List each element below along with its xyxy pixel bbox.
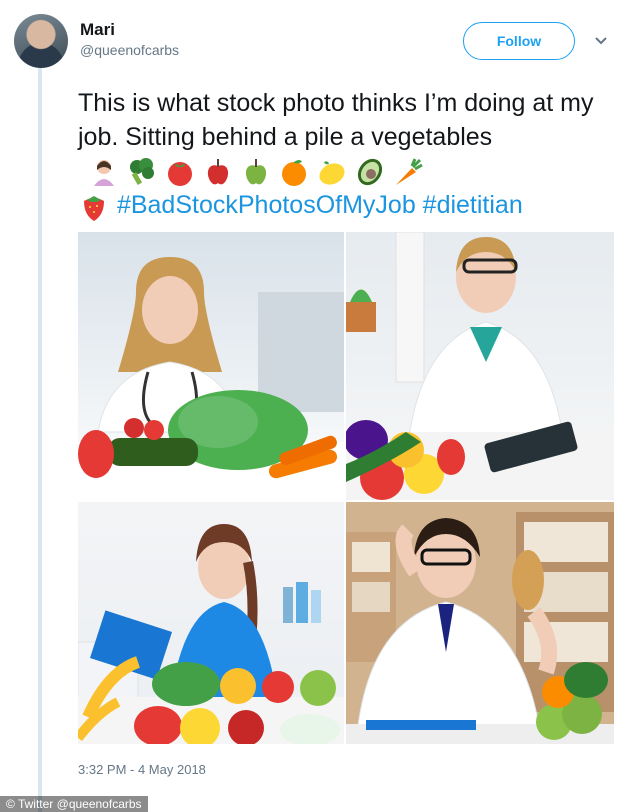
lemon-icon (319, 161, 345, 185)
tweet-timestamp[interactable]: 3:32 PM - 4 May 2018 (78, 762, 206, 777)
photo-grid (78, 232, 614, 744)
thread-line (38, 60, 42, 812)
woman-icon (94, 160, 114, 187)
tweet-body: This is what stock photo thinks I’m doin… (78, 89, 594, 151)
photo-woman-vegetables[interactable] (78, 232, 344, 500)
broccoli-icon (130, 158, 154, 186)
photo-credit: © Twitter @queenofcarbs (0, 796, 148, 812)
red-apple-icon (207, 159, 229, 185)
follow-button[interactable]: Follow (463, 22, 575, 60)
chevron-down-icon[interactable] (594, 34, 608, 48)
author-name[interactable]: Mari (80, 20, 115, 40)
orange-icon (282, 160, 306, 187)
carrot-icon (396, 158, 423, 186)
author-handle[interactable]: @queenofcarbs (80, 42, 179, 58)
emoji-row (88, 156, 424, 188)
photo-woman-clipboard[interactable] (78, 502, 344, 744)
strawberry-icon (84, 195, 104, 221)
avatar[interactable] (14, 14, 68, 68)
green-apple-icon (245, 159, 267, 185)
photo-woman-tablet[interactable] (346, 232, 614, 500)
photo-man-bread[interactable] (346, 502, 614, 744)
avocado-icon (357, 159, 383, 186)
tomato-icon (168, 162, 192, 187)
tweet-text: This is what stock photo thinks I’m doin… (78, 86, 618, 223)
hashtags[interactable]: #BadStockPhotosOfMyJob #dietitian (117, 191, 523, 219)
